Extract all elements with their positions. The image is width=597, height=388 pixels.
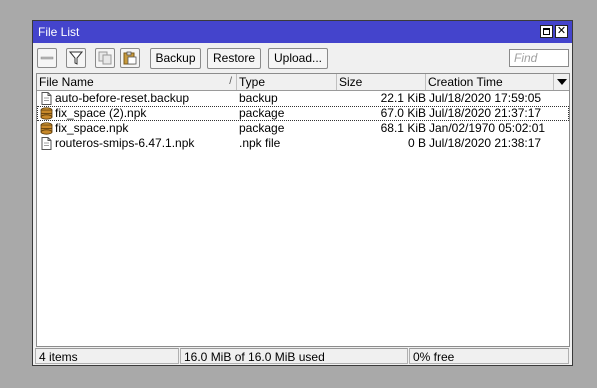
status-free-space: 0% free bbox=[409, 348, 569, 364]
paste-button[interactable] bbox=[120, 48, 140, 68]
table-row[interactable]: auto-before-reset.backup backup 22.1 KiB… bbox=[37, 91, 569, 106]
file-creation-time: Jul/18/2020 21:38:17 bbox=[429, 136, 542, 150]
filter-icon bbox=[69, 51, 83, 65]
filter-button[interactable] bbox=[66, 48, 86, 68]
table-header: File Name / Type Size Creation Time bbox=[37, 74, 569, 91]
triangle-down-icon bbox=[557, 79, 567, 85]
table-row[interactable]: fix_space.npk package 68.1 KiB Jan/02/19… bbox=[37, 121, 569, 136]
file-size: 68.1 KiB bbox=[380, 121, 426, 135]
file-type: backup bbox=[239, 91, 278, 105]
window-title: File List bbox=[38, 25, 80, 39]
file-list-window: File List ✕ Backup Restore Upload... Fin… bbox=[32, 20, 573, 366]
file-type: .npk file bbox=[239, 136, 281, 150]
file-table: File Name / Type Size Creation Time auto… bbox=[36, 73, 570, 347]
maximize-icon bbox=[543, 28, 550, 35]
file-name: fix_space (2).npk bbox=[55, 106, 147, 120]
document-icon bbox=[41, 92, 52, 105]
backup-button[interactable]: Backup bbox=[150, 48, 201, 69]
close-button[interactable]: ✕ bbox=[555, 25, 568, 38]
maximize-button[interactable] bbox=[540, 25, 553, 38]
remove-button[interactable] bbox=[37, 48, 57, 68]
copy-button[interactable] bbox=[95, 48, 115, 68]
toolbar: Backup Restore Upload... bbox=[33, 44, 572, 72]
document-icon bbox=[41, 137, 52, 150]
file-type: package bbox=[239, 121, 285, 135]
column-header-file-name[interactable]: File Name / bbox=[37, 74, 237, 90]
status-disk-usage: 16.0 MiB of 16.0 MiB used bbox=[180, 348, 408, 364]
file-type: package bbox=[239, 106, 285, 120]
file-size: 0 B bbox=[407, 136, 426, 150]
close-icon: ✕ bbox=[556, 25, 567, 37]
copy-icon bbox=[98, 51, 112, 65]
paste-icon bbox=[123, 51, 137, 65]
upload-button[interactable]: Upload... bbox=[268, 48, 328, 69]
file-size: 22.1 KiB bbox=[380, 91, 426, 105]
column-header-size[interactable]: Size bbox=[337, 74, 426, 90]
file-size: 67.0 KiB bbox=[380, 106, 426, 120]
title-bar[interactable]: File List ✕ bbox=[33, 21, 572, 43]
column-header-type[interactable]: Type bbox=[237, 74, 337, 90]
column-header-creation-time[interactable]: Creation Time bbox=[426, 74, 554, 90]
file-creation-time: Jul/18/2020 21:37:17 bbox=[429, 106, 542, 120]
status-item-count: 4 items bbox=[35, 348, 179, 364]
sort-indicator-icon: / bbox=[229, 76, 232, 87]
restore-button[interactable]: Restore bbox=[207, 48, 261, 69]
file-creation-time: Jan/02/1970 05:02:01 bbox=[429, 121, 546, 135]
file-name: routeros-smips-6.47.1.npk bbox=[55, 136, 195, 150]
table-row[interactable]: routeros-smips-6.47.1.npk .npk file 0 B … bbox=[37, 136, 569, 151]
file-name: auto-before-reset.backup bbox=[55, 91, 190, 105]
file-name: fix_space.npk bbox=[55, 121, 129, 135]
column-menu-button[interactable] bbox=[554, 74, 569, 90]
find-input[interactable] bbox=[509, 49, 569, 67]
minus-icon bbox=[40, 56, 54, 60]
status-bar: 4 items 16.0 MiB of 16.0 MiB used 0% fre… bbox=[33, 347, 572, 365]
file-creation-time: Jul/18/2020 17:59:05 bbox=[429, 91, 542, 105]
table-row[interactable]: fix_space (2).npk package 67.0 KiB Jul/1… bbox=[37, 106, 569, 121]
package-icon bbox=[40, 122, 53, 135]
package-icon bbox=[40, 107, 53, 120]
column-label: File Name bbox=[39, 75, 94, 89]
